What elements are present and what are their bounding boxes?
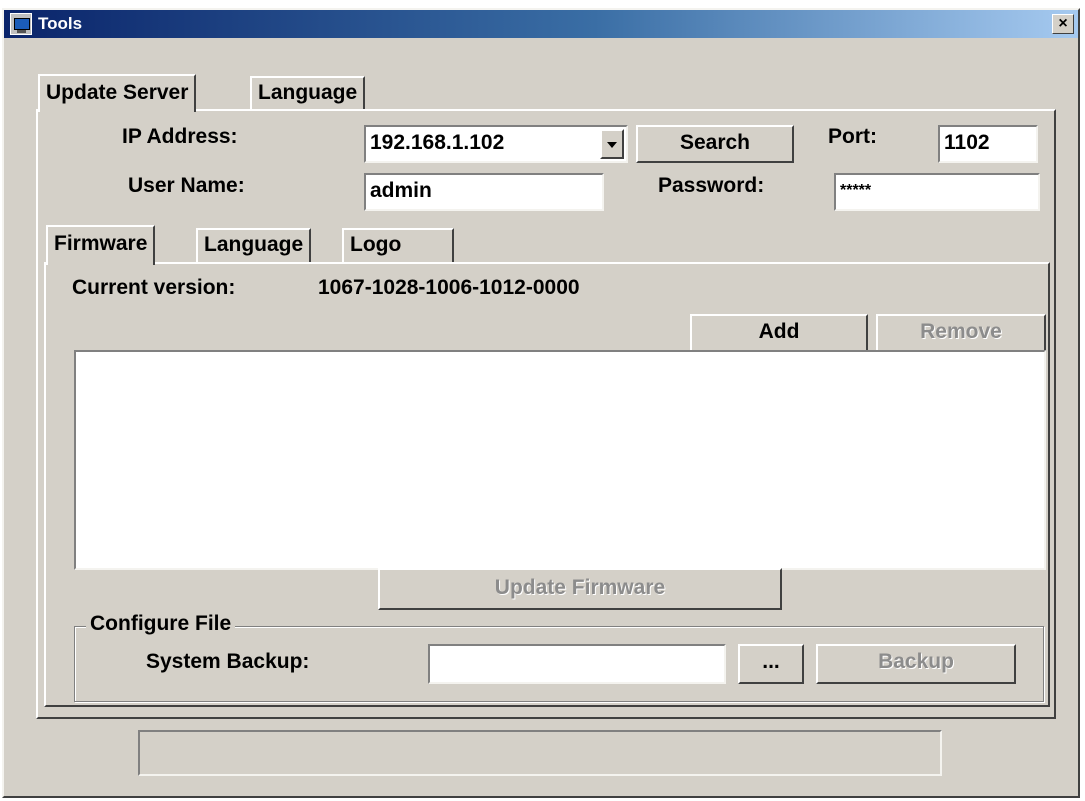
ip-address-value: 192.168.1.102 [370,131,505,154]
update-server-panel: IP Address: 192.168.1.102 Search Port: 1… [36,109,1056,719]
firmware-list[interactable] [74,350,1046,570]
ip-address-dropdown[interactable]: 192.168.1.102 [364,125,628,163]
system-backup-field[interactable] [428,644,726,684]
tab-firmware[interactable]: Firmware [46,225,156,265]
tools-window: Tools × Update Server Language IP Addres… [2,8,1080,798]
tab-language[interactable]: Language [250,76,366,110]
system-backup-label: System Backup: [146,650,310,673]
search-button[interactable]: Search [636,125,794,163]
tab-update-server[interactable]: Update Server [38,74,197,112]
browse-button[interactable]: ... [738,644,804,684]
tools-window-icon [10,13,32,35]
configure-file-label: Configure File [86,612,236,636]
user-name-value: admin [370,179,432,202]
password-field[interactable]: ***** [834,173,1040,211]
status-bar [138,730,942,776]
title-bar[interactable]: Tools × [4,10,1078,38]
password-label: Password: [658,174,765,197]
user-name-field[interactable]: admin [364,173,604,211]
update-firmware-button[interactable]: Update Firmware [378,568,782,610]
chevron-down-icon[interactable] [600,129,624,159]
password-value: ***** [840,182,872,199]
current-version-value: 1067-1028-1006-1012-0000 [318,276,580,299]
window-title: Tools [38,14,83,33]
ip-address-label: IP Address: [122,125,238,148]
backup-button[interactable]: Backup [816,644,1016,684]
firmware-panel: Current version: 1067-1028-1006-1012-000… [44,262,1050,707]
add-button[interactable]: Add [690,314,868,352]
tab-sub-language[interactable]: Language [196,228,312,264]
close-icon[interactable]: × [1052,14,1074,34]
remove-button[interactable]: Remove [876,314,1046,352]
user-name-label: User Name: [128,174,245,197]
current-version-label: Current version: [72,276,236,299]
port-label: Port: [828,125,877,148]
port-field[interactable]: 1102 [938,125,1038,163]
tab-logo[interactable]: Logo [342,228,454,264]
port-value: 1102 [944,131,990,154]
